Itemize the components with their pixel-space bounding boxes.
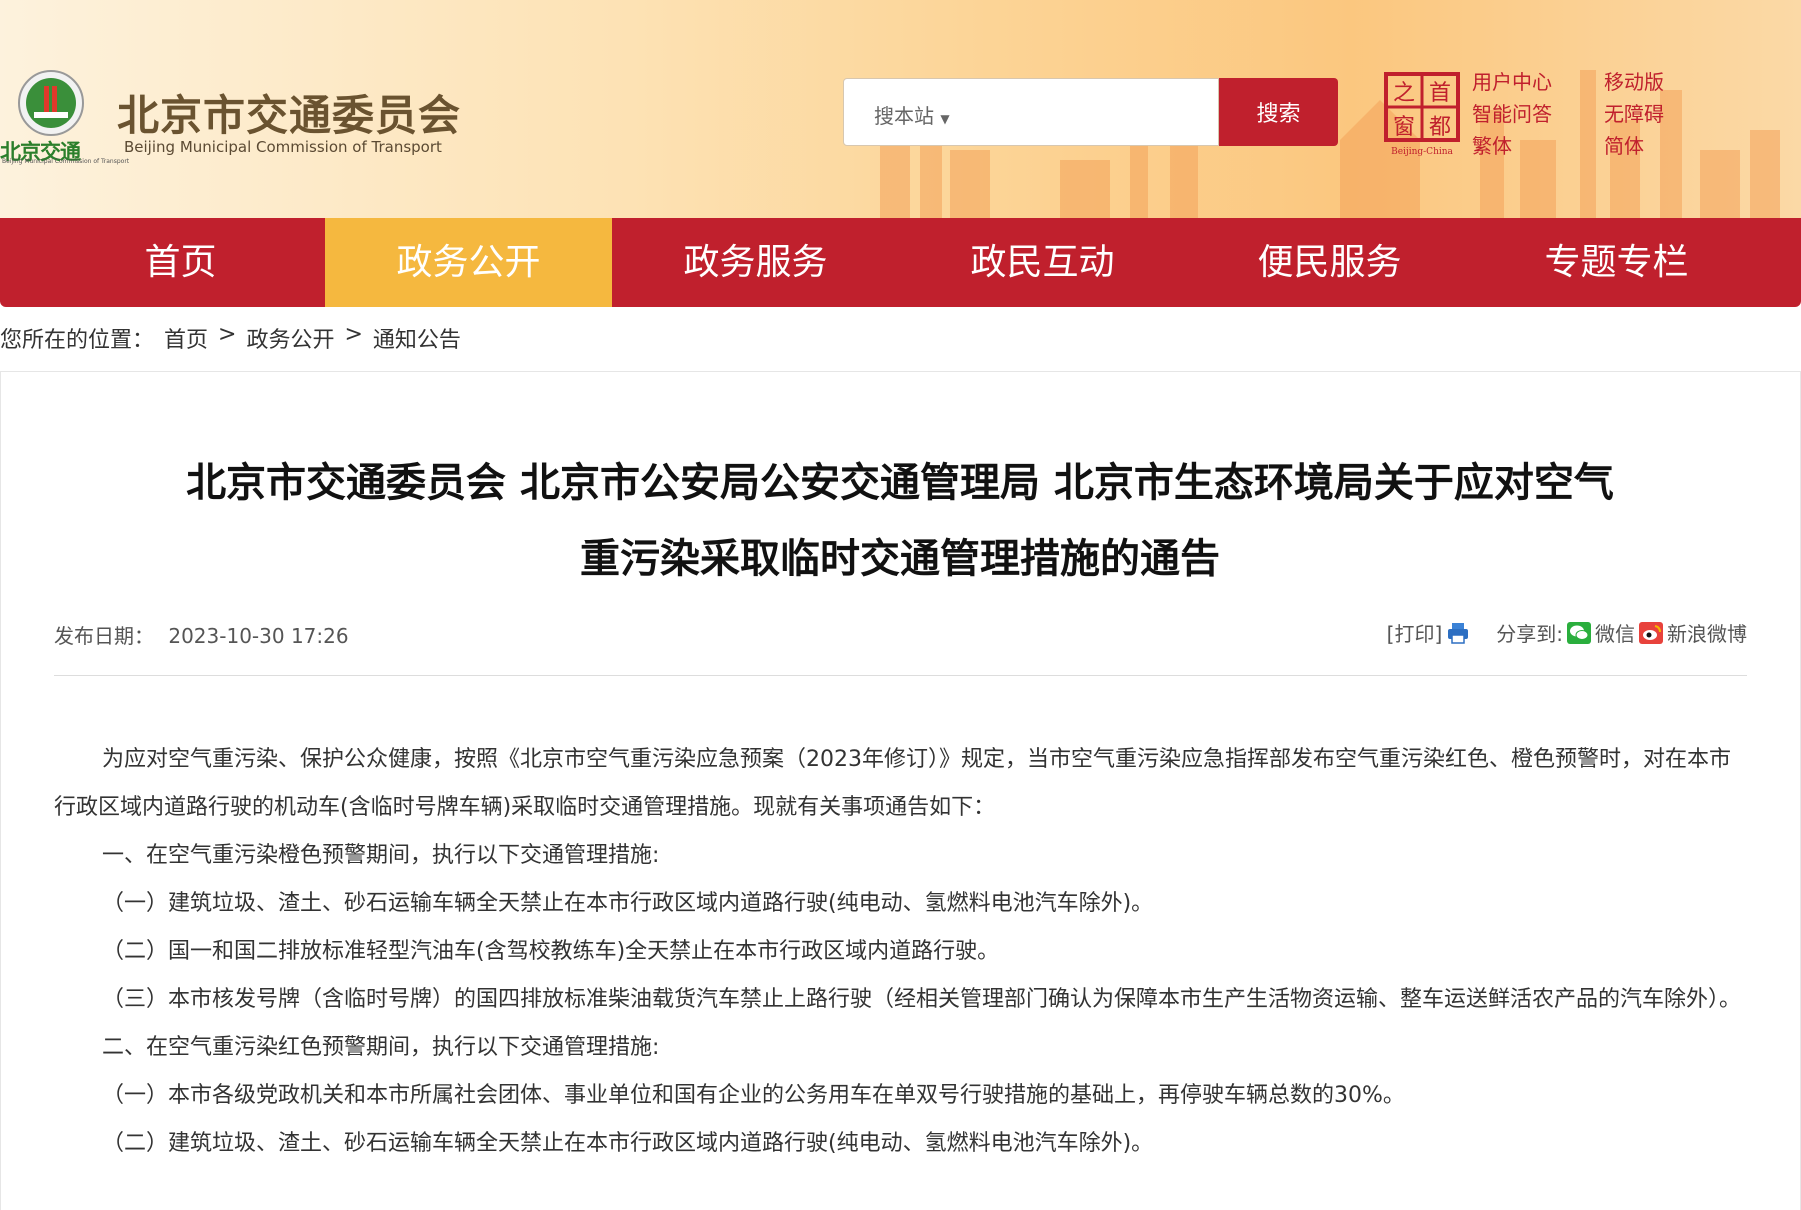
simplified-chinese-link[interactable]: 简体: [1604, 130, 1644, 159]
breadcrumb-separator: >: [218, 322, 237, 347]
nav-item-gov-affairs[interactable]: 政务公开: [325, 218, 612, 307]
article-paragraph: （二）国一和国二排放标准轻型汽油车(含驾校教练车)全天禁止在本市行政区域内道路行…: [102, 939, 1000, 964]
caret-down-icon: ▼: [940, 112, 950, 126]
article-body: 为应对空气重污染、保护公众健康，按照《北京市空气重污染应急预案（2023年修订）…: [54, 736, 1747, 1168]
svg-text:Beijing-China: Beijing-China: [1391, 147, 1453, 157]
nav-item-special-topics[interactable]: 专题专栏: [1473, 218, 1760, 307]
weibo-icon[interactable]: [1639, 621, 1663, 644]
svg-text:之: 之: [1393, 81, 1415, 106]
nav-item-interaction[interactable]: 政民互动: [899, 218, 1186, 307]
printer-icon[interactable]: [1446, 621, 1470, 645]
nav-item-home[interactable]: 首页: [37, 218, 324, 307]
publish-date: 发布日期： 2023-10-30 17:26: [54, 620, 357, 649]
search-input[interactable]: [974, 91, 1204, 135]
search-scope-label: 搜本站: [874, 104, 934, 128]
publish-date-label: 发布日期：: [54, 624, 154, 648]
article-tools: [打印] 分享到: 微信 新浪微博: [1387, 618, 1747, 647]
share-label: 分享到:: [1496, 622, 1563, 646]
site-title-en: Beijing Municipal Commission of Transpor…: [124, 138, 442, 156]
search-box: 搜本站 ▼: [843, 78, 1219, 146]
commission-emblem-icon[interactable]: [14, 68, 88, 138]
article-paragraph: （二）建筑垃圾、渣土、砂石运输车辆全天禁止在本市行政区域内道路行驶(纯电动、氢燃…: [102, 1131, 1154, 1156]
svg-text:都: 都: [1429, 115, 1451, 140]
capital-window-logo[interactable]: 之 首 窗 都 Beijing-China: [1384, 72, 1460, 158]
content-divider: [54, 675, 1747, 676]
article-paragraph: 为应对空气重污染、保护公众健康，按照《北京市空气重污染应急预案（2023年修订）…: [54, 747, 1731, 820]
site-header: 北京交通 Beijing Municipal Commission of Tra…: [0, 0, 1801, 218]
breadcrumb: 您所在的位置： 首页 > 政务公开 > 通知公告: [0, 322, 461, 354]
article-paragraph: （一）建筑垃圾、渣土、砂石运输车辆全天禁止在本市行政区域内道路行驶(纯电动、氢燃…: [102, 891, 1154, 916]
article-title-line2: 重污染采取临时交通管理措施的通告: [580, 536, 1220, 582]
mobile-version-link[interactable]: 移动版: [1604, 66, 1664, 95]
user-center-link[interactable]: 用户中心: [1472, 66, 1552, 95]
search-button[interactable]: 搜索: [1219, 78, 1338, 146]
accessibility-link[interactable]: 无障碍: [1604, 98, 1664, 127]
article-title-line1: 北京市交通委员会 北京市公安局公安交通管理局 北京市生态环境局关于应对空气: [186, 460, 1614, 506]
nav-item-citizen-services[interactable]: 便民服务: [1186, 218, 1473, 307]
main-nav: 首页 政务公开 政务服务 政民互动 便民服务 专题专栏: [0, 218, 1801, 307]
breadcrumb-gov-affairs[interactable]: 政务公开: [246, 322, 334, 354]
article-paragraph: 二、在空气重污染红色预警期间，执行以下交通管理措施:: [102, 1035, 660, 1060]
breadcrumb-home[interactable]: 首页: [164, 322, 208, 354]
breadcrumb-separator: >: [344, 322, 363, 347]
article-title: 北京市交通委员会 北京市公安局公安交通管理局 北京市生态环境局关于应对空气 重污…: [100, 445, 1700, 597]
smart-qa-link[interactable]: 智能问答: [1472, 98, 1552, 127]
search-scope-dropdown[interactable]: 搜本站 ▼: [874, 100, 950, 129]
wechat-icon[interactable]: [1567, 621, 1591, 644]
share-weibo-link[interactable]: 新浪微博: [1667, 618, 1747, 647]
share-wechat-link[interactable]: 微信: [1595, 618, 1635, 647]
breadcrumb-prefix: 您所在的位置：: [0, 328, 155, 353]
publish-date-value: 2023-10-30 17:26: [168, 624, 349, 648]
site-title[interactable]: 北京市交通委员会: [117, 82, 461, 143]
nav-item-gov-services[interactable]: 政务服务: [612, 218, 899, 307]
traditional-chinese-link[interactable]: 繁体: [1472, 130, 1512, 159]
logo-mini-subtext: Beijing Municipal Commission of Transpor…: [2, 158, 130, 165]
article-paragraph: （三）本市核发号牌（含临时号牌）的国四排放标准柴油载货汽车禁止上路行驶（经相关管…: [102, 987, 1742, 1012]
breadcrumb-notices[interactable]: 通知公告: [373, 322, 461, 354]
article-paragraph: 一、在空气重污染橙色预警期间，执行以下交通管理措施:: [102, 843, 660, 868]
svg-text:窗: 窗: [1393, 115, 1415, 140]
article-paragraph: （一）本市各级党政机关和本市所属社会团体、事业单位和国有企业的公务用车在单双号行…: [102, 1083, 1405, 1108]
print-link[interactable]: [打印]: [1387, 618, 1443, 647]
svg-text:首: 首: [1429, 81, 1451, 106]
